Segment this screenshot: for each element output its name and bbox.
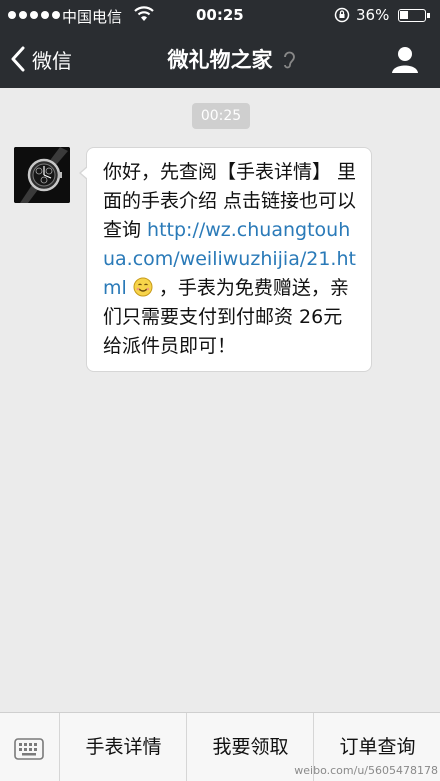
keyboard-icon [14, 738, 44, 760]
back-label: 微信 [32, 48, 72, 73]
battery-percent: 36% [356, 6, 390, 24]
earpiece-mode-icon [284, 51, 295, 69]
back-button[interactable]: 微信 [10, 41, 72, 77]
chevron-left-icon [11, 46, 25, 72]
status-bar: 中国电信 00:25 36% [0, 0, 440, 32]
message-bubble[interactable]: 你好，先查阅【手表详情】 里面的手表介绍 点击链接也可以查询 http://wz… [79, 147, 372, 372]
keyboard-toggle-button[interactable] [0, 713, 60, 781]
bottom-menu-bar: 手表详情 我要领取 订单查询 weibo.com/u/5605478178 [0, 712, 440, 781]
status-time: 00:25 [196, 6, 244, 24]
watermark: weibo.com/u/5605478178 [294, 764, 438, 777]
profile-icon[interactable] [390, 44, 420, 74]
top-bar: 中国电信 00:25 36% 微信 微礼物之家 [0, 0, 440, 88]
battery-icon [398, 9, 426, 22]
carrier-name: 中国电信 [62, 8, 123, 26]
menu-watch-details[interactable]: 手表详情 [61, 713, 187, 781]
battery-cap [427, 13, 430, 18]
smiley-icon [133, 277, 153, 297]
signal-strength-icon [8, 11, 60, 19]
wechat-chat-screen: 中国电信 00:25 36% 微信 微礼物之家 00:25 你好，先查阅【手表详… [0, 0, 440, 781]
wifi-icon [134, 6, 154, 21]
watch-icon [14, 147, 70, 203]
rotation-lock-icon [334, 7, 350, 23]
avatar[interactable] [14, 147, 70, 203]
battery-level [400, 11, 408, 19]
chat-timestamp: 00:25 [192, 103, 250, 129]
nav-bar: 微信 微礼物之家 [0, 32, 440, 88]
